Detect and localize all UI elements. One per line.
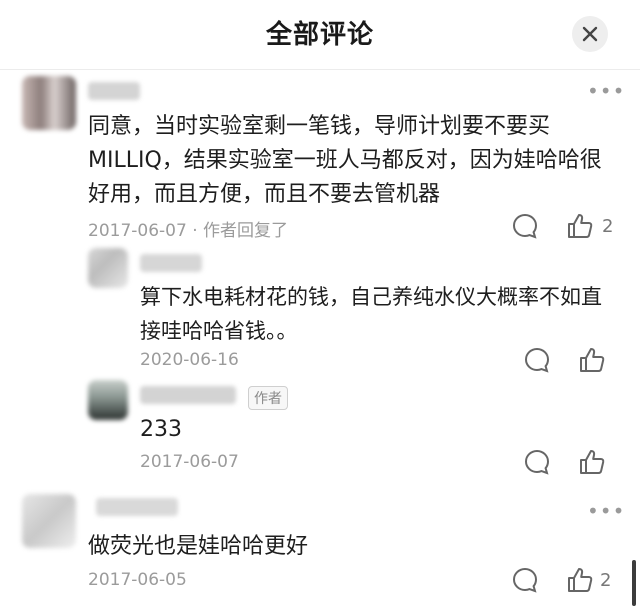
username[interactable] [140,254,202,272]
comments-header: 全部评论 [0,0,640,70]
reply-text: 算下水电耗材花的钱，自己养纯水仪大概率不如直接哇哈哈省钱。。 [140,285,602,343]
comment-icon[interactable] [522,345,552,375]
header-divider [0,69,640,70]
comment-icon[interactable] [510,211,540,241]
comment-icon[interactable] [510,565,540,595]
reply-date: 2020-06-16 [140,350,239,370]
author-badge: 作者 [248,386,288,410]
thumbs-up-icon[interactable] [565,211,595,241]
username[interactable] [140,386,236,404]
more-icon[interactable]: ••• [587,501,625,521]
scrollbar[interactable] [632,560,636,606]
comment-meta: 2017-06-07 · 作者回复了 [88,221,289,241]
comment-text: 做荧光也是娃哈哈更好 [88,534,309,559]
close-icon [582,26,598,42]
close-button[interactable] [572,16,608,52]
avatar[interactable] [22,76,76,130]
comment-text: 同意，当时实验室剩一笔钱，导师计划要不要买MILLIQ，结果实验室一班人马都反对… [88,114,602,207]
more-icon[interactable]: ••• [587,81,625,101]
avatar[interactable] [22,494,76,548]
thumbs-up-icon[interactable] [577,447,607,477]
avatar[interactable] [88,248,128,288]
username[interactable] [96,498,178,516]
avatar[interactable] [88,380,128,420]
like-count: 2 [600,570,612,591]
like-count: 2 [602,216,614,237]
reply-text: 233 [140,417,182,442]
comment-icon[interactable] [522,447,552,477]
comment-date: 2017-06-05 [88,570,187,590]
thumbs-up-icon[interactable] [565,565,595,595]
reply-date: 2017-06-07 [140,452,239,472]
page-title: 全部评论 [265,20,374,50]
username[interactable] [88,82,140,100]
thumbs-up-icon[interactable] [577,345,607,375]
